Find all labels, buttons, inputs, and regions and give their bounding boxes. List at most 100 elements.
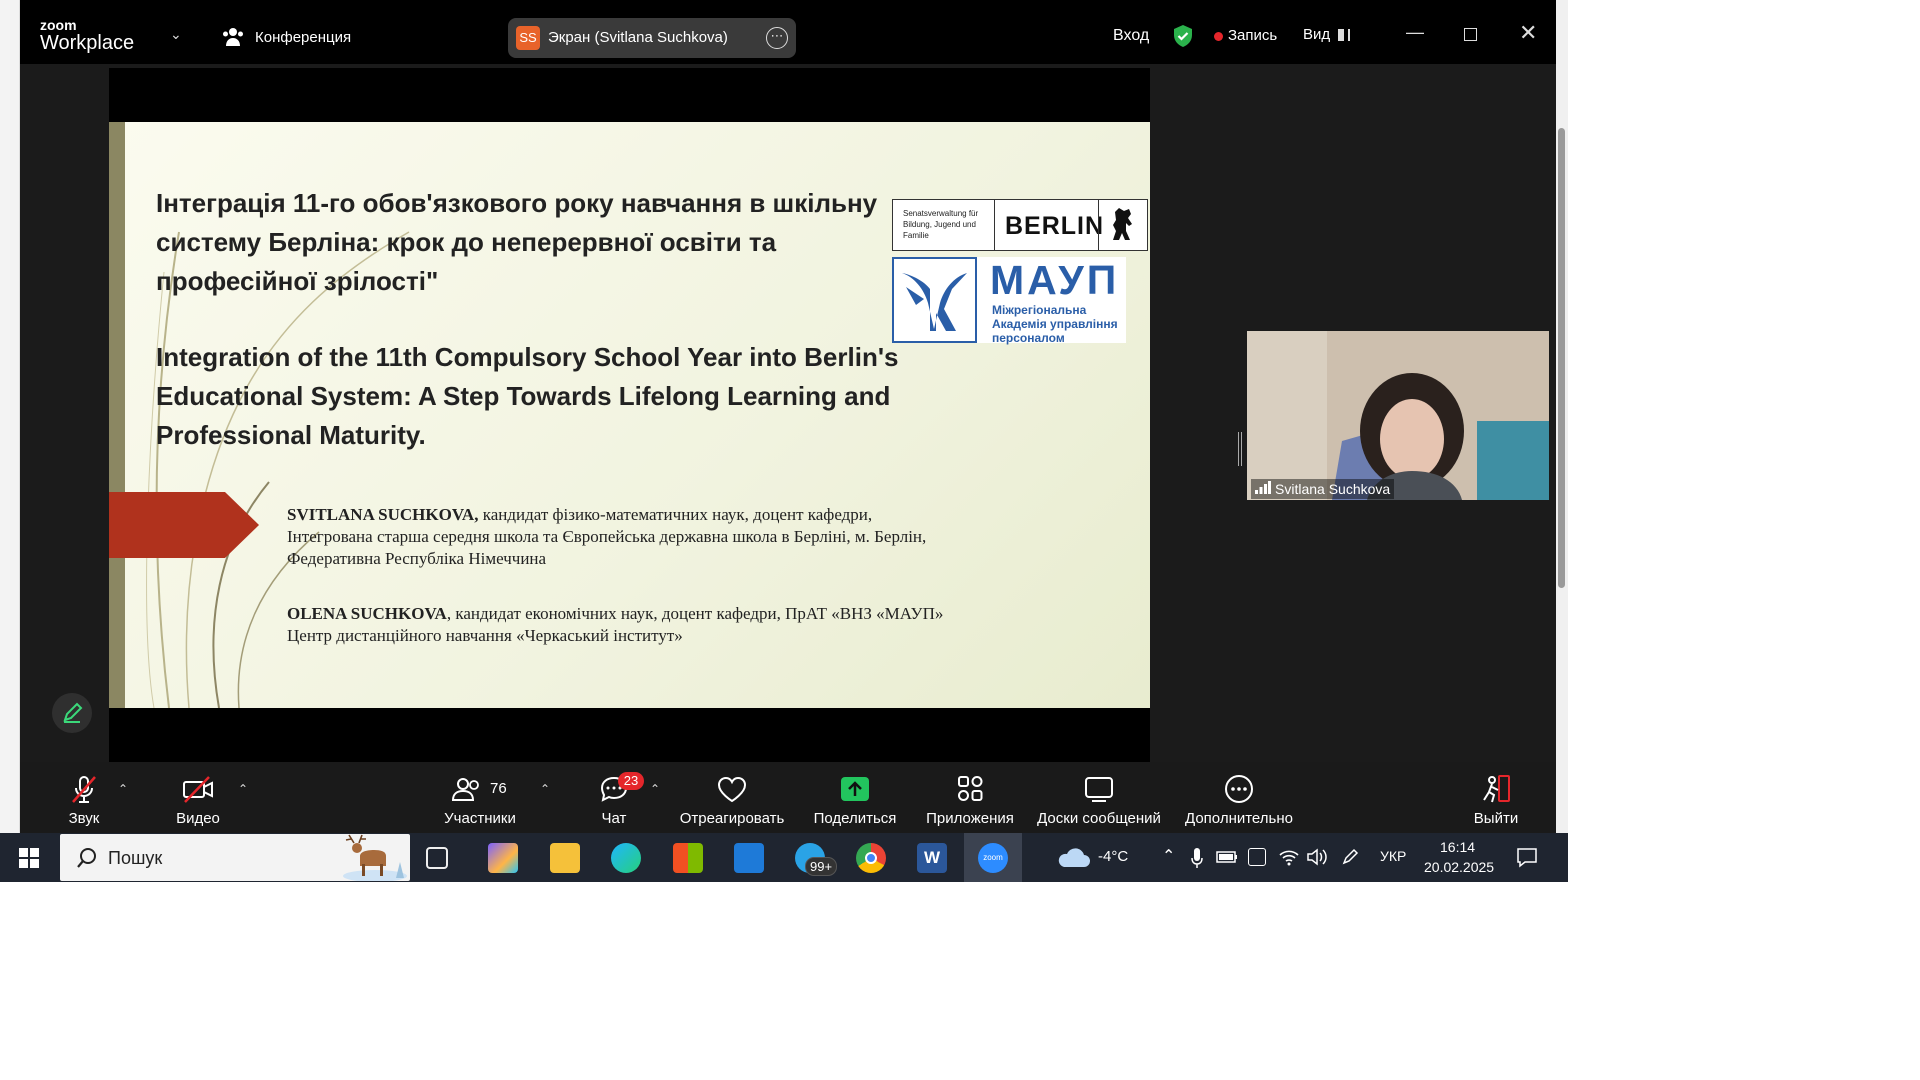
file-explorer-icon[interactable] — [550, 843, 580, 873]
close-icon[interactable]: ✕ — [1519, 20, 1537, 46]
search-icon — [77, 848, 96, 868]
login-button[interactable]: Вход — [1113, 27, 1149, 45]
berlin-logo-subtitle: Senatsverwaltung für Bildung, Jugend und… — [903, 209, 979, 240]
logo-divider — [994, 200, 995, 250]
windows-taskbar: Пошук 99+ W zoom -4°C ⌃ УКР 16:14 20.02.… — [0, 833, 1568, 882]
participants-count: 76 — [490, 780, 507, 797]
title-bar: zoom Workplace ⌄ Конференция SS Экран (S… — [20, 0, 1556, 64]
word-icon[interactable]: W — [917, 843, 947, 873]
minimize-icon[interactable]: — — [1406, 22, 1424, 43]
microsoft-store-icon[interactable] — [673, 843, 703, 873]
taskbar-search-box[interactable]: Пошук — [60, 834, 410, 881]
battery-icon[interactable] — [1216, 850, 1238, 864]
share-screen-icon — [841, 777, 869, 801]
heart-icon — [717, 776, 747, 803]
clock-date[interactable]: 20.02.2025 — [1424, 859, 1494, 875]
edge-browser-icon[interactable] — [611, 843, 641, 873]
telegram-unread-badge: 99+ — [805, 857, 838, 876]
cloud-weather-icon[interactable] — [1056, 847, 1090, 869]
video-feed — [1247, 331, 1549, 500]
background-scrollbar[interactable] — [1556, 0, 1568, 833]
audio-options-caret-icon[interactable]: ⌃ — [118, 782, 128, 796]
participant-name: Svitlana Suchkova — [1275, 481, 1391, 497]
telegram-icon[interactable]: 99+ — [795, 843, 838, 876]
participant-video-tile[interactable]: Svitlana Suchkova — [1247, 331, 1549, 500]
panel-resize-handle[interactable] — [1238, 432, 1242, 466]
more-button[interactable]: Дополнительно — [1182, 762, 1296, 833]
chat-unread-badge: 23 — [618, 772, 644, 790]
record-button[interactable]: Запись — [1228, 27, 1277, 44]
zoom-logo-bottom: Workplace — [40, 32, 135, 54]
annotate-pen-button[interactable] — [52, 693, 92, 733]
windows-start-icon[interactable] — [19, 848, 39, 868]
video-options-caret-icon[interactable]: ⌃ — [238, 782, 248, 796]
author-2-name: OLENA SUCHKOVA — [287, 604, 447, 623]
meeting-toolbar: Звук ⌃ Видео ⌃ 76 Участники ⌃ 23 Чат ⌃ О… — [20, 762, 1556, 833]
pencil-icon — [63, 702, 83, 723]
shield-check-icon[interactable] — [1172, 24, 1194, 48]
logo-divider — [1098, 200, 1099, 250]
chrome-center-icon — [865, 852, 877, 864]
share-button[interactable]: Поделиться — [810, 762, 900, 833]
zoom-taskbar-active[interactable]: zoom — [964, 833, 1022, 882]
share-label: Экран (Svitlana Suchkova) — [548, 29, 728, 46]
mail-icon[interactable] — [734, 843, 764, 873]
meeting-label[interactable]: Конференция — [255, 29, 351, 46]
notifications-icon[interactable] — [1516, 846, 1538, 868]
maximize-icon[interactable] — [1464, 28, 1477, 41]
wifi-icon[interactable] — [1278, 847, 1300, 867]
participants-label: Участники — [444, 810, 516, 827]
security-tray-icon[interactable] — [1248, 848, 1266, 866]
scrollbar-thumb[interactable] — [1558, 128, 1565, 588]
volume-icon[interactable] — [1306, 847, 1328, 867]
slide-title-english: Integration of the 11th Compulsory Schoo… — [156, 342, 899, 450]
view-button[interactable]: Вид — [1303, 26, 1330, 43]
audio-button[interactable]: Звук — [54, 762, 114, 833]
apps-button[interactable]: Приложения — [922, 762, 1018, 833]
chrome-icon[interactable] — [856, 843, 886, 873]
whiteboards-button[interactable]: Доски сообщений — [1034, 762, 1164, 833]
microphone-tray-icon[interactable] — [1190, 847, 1204, 869]
leave-meeting-icon — [1483, 775, 1510, 803]
record-dot-icon — [1214, 32, 1223, 41]
maup-emblem-icon — [902, 273, 967, 331]
background-window-edge — [0, 0, 20, 833]
chat-label: Чат — [601, 810, 627, 827]
screen: zoom Workplace ⌄ Конференция SS Экран (S… — [0, 0, 1568, 882]
berlin-bear-icon — [1113, 208, 1132, 240]
whiteboards-label: Доски сообщений — [1037, 810, 1161, 827]
view-layout-icon[interactable] — [1338, 29, 1350, 41]
participants-button[interactable]: 76 Участники — [438, 762, 522, 833]
more-dots-icon[interactable]: ⋯ — [766, 27, 788, 49]
author-1: SVITLANA SUCHKOVA, кандидат фізико-матем… — [287, 504, 947, 570]
presentation-slide: Інтеграція 11-го обов'язкового року навч… — [109, 122, 1150, 708]
camera-off-icon — [183, 776, 213, 803]
copilot-icon[interactable] — [488, 843, 518, 873]
chat-options-caret-icon[interactable]: ⌃ — [650, 782, 660, 796]
participant-name-label: Svitlana Suchkova — [1251, 479, 1395, 499]
apps-icon — [958, 776, 983, 801]
audio-label: Звук — [68, 810, 100, 827]
microphone-muted-icon — [72, 776, 96, 803]
share-indicator[interactable]: SS Экран (Svitlana Suchkova) ⋯ — [508, 18, 796, 58]
chat-button[interactable]: 23 Чат — [586, 762, 644, 833]
react-button[interactable]: Отреагировать — [676, 762, 788, 833]
apps-label: Приложения — [926, 810, 1014, 827]
tray-chevron-up-icon[interactable]: ⌃ — [1162, 846, 1175, 866]
video-button[interactable]: Видео — [166, 762, 230, 833]
deer-search-highlight-icon — [343, 834, 407, 881]
more-options-icon — [1225, 775, 1253, 803]
leave-label: Выйти — [1473, 810, 1519, 827]
clock-time[interactable]: 16:14 — [1440, 839, 1475, 855]
participants-group-icon — [223, 28, 243, 46]
weather-temperature[interactable]: -4°C — [1098, 848, 1128, 865]
keyboard-language[interactable]: УКР — [1380, 848, 1406, 864]
leave-button[interactable]: Выйти — [1470, 762, 1522, 833]
participants-options-caret-icon[interactable]: ⌃ — [540, 782, 550, 796]
whiteboard-icon — [1085, 777, 1113, 802]
author-1-name: SVITLANA SUCHKOVA, — [287, 505, 479, 524]
zoom-logo-top: zoom — [40, 17, 77, 33]
task-view-icon[interactable] — [426, 847, 448, 869]
pen-tray-icon[interactable] — [1340, 847, 1360, 867]
chevron-down-icon[interactable]: ⌄ — [170, 26, 182, 43]
